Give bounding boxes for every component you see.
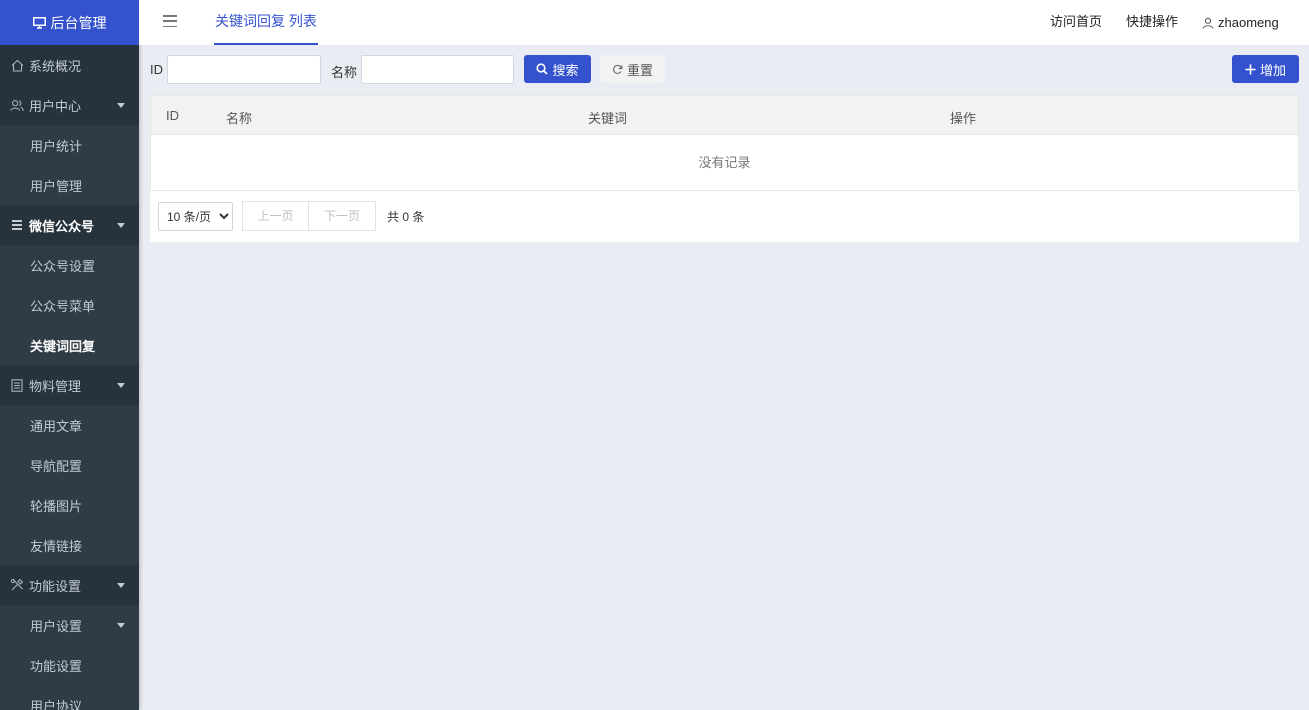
sidebar-item-label: 公众号菜单 [30,298,96,314]
sidebar-item-label: 导航配置 [30,458,83,474]
sidebar-item-wechat-settings[interactable]: 公众号设置 [0,245,139,285]
sidebar-item-label: 通用文章 [30,418,83,434]
monitor-icon [32,16,46,29]
sidebar-item-carousel[interactable]: 轮播图片 [0,485,139,525]
sidebar-item-label: 系统概况 [29,58,82,74]
user-menu[interactable]: zhaomeng [1202,0,1279,45]
plus-icon [1245,64,1256,74]
name-input[interactable] [361,55,514,84]
brand-header[interactable]: 后台管理 [0,0,139,45]
sidebar-item-label: 用户统计 [30,138,83,154]
caret-down-icon [117,383,125,388]
sidebar-item-wechat-menu[interactable]: 公众号菜单 [0,285,139,325]
quick-ops-link[interactable]: 快捷操作 [1126,0,1178,45]
page-size-select[interactable]: 10 条/页 [158,202,233,231]
caret-down-icon [117,223,125,228]
username: zhaomeng [1218,14,1279,30]
top-header: 关键词回复 列表 访问首页 快捷操作 zhaomeng [139,0,1309,45]
sidebar-item-nav-config[interactable]: 导航配置 [0,445,139,485]
reset-button[interactable]: 重置 [600,55,665,83]
sidebar-item-materials[interactable]: 物料管理 [0,365,139,405]
id-input[interactable] [167,55,321,84]
next-page-button[interactable]: 下一页 [309,201,376,231]
caret-down-icon [117,583,125,588]
sidebar-item-label: 公众号设置 [30,258,96,274]
sidebar-item-label: 轮播图片 [30,498,83,514]
column-header-keyword[interactable]: 关键词 [588,108,627,127]
sidebar-item-user-manage[interactable]: 用户管理 [0,165,139,205]
search-button[interactable]: 搜索 [524,55,591,83]
empty-table-message: 没有记录 [150,135,1299,191]
id-label: ID [150,62,163,77]
sidebar-item-label: 用户管理 [30,178,83,194]
sidebar-item-label: 用户协议 [30,698,83,710]
users-icon [10,98,24,112]
refresh-icon [613,64,623,74]
sidebar-item-user-settings[interactable]: 用户设置 [0,605,139,645]
data-table-panel: ID 名称 关键词 操作 没有记录 10 条/页 上一页 下一页 共 0 条 [150,95,1299,242]
search-button-label: 搜索 [552,62,579,78]
sidebar-item-user-stats[interactable]: 用户统计 [0,125,139,165]
sidebar-item-keyword-reply[interactable]: 关键词回复 [0,325,139,365]
sidebar-item-friend-links[interactable]: 友情链接 [0,525,139,565]
column-header-actions: 操作 [950,111,977,126]
user-icon [1202,17,1214,29]
add-button[interactable]: 增加 [1232,55,1299,83]
reset-button-label: 重置 [626,62,653,78]
sidebar-item-label: 物料管理 [29,378,82,394]
sidebar-item-label: 关键词回复 [30,338,96,354]
name-label: 名称 [331,65,358,80]
sidebar-item-user-center[interactable]: 用户中心 [0,85,139,125]
sidebar-item-user-agreement[interactable]: 用户协议 [0,685,139,710]
sidebar-item-label: 功能设置 [29,578,82,594]
sidebar: 后台管理 系统概况 用户中心 用户统计 用户管理 微信公众号 公众号设置 公众号… [0,0,139,710]
column-header-name[interactable]: 名称 [226,108,252,127]
sidebar-item-feature-settings[interactable]: 功能设置 [0,645,139,685]
sidebar-item-label: 功能设置 [30,658,83,674]
search-icon [536,63,549,75]
document-icon [10,378,24,392]
tab-keyword-reply-list[interactable]: 关键词回复 列表 [214,0,318,45]
caret-down-icon [117,623,125,628]
add-button-label: 增加 [1259,62,1286,78]
sidebar-item-articles[interactable]: 通用文章 [0,405,139,445]
main-content: ID 名称 搜索 重置 增加 ID 名称 关键词 操作 没有记录 10 条/页 … [139,45,1309,710]
table-header: ID 名称 关键词 操作 [150,95,1299,135]
home-icon [10,58,24,72]
sidebar-item-label: 用户中心 [29,98,82,114]
pagination: 10 条/页 上一页 下一页 共 0 条 [150,191,1299,242]
sidebar-item-features[interactable]: 功能设置 [0,565,139,605]
brand-title: 后台管理 [50,14,107,31]
visit-home-link[interactable]: 访问首页 [1050,0,1102,45]
caret-down-icon [117,103,125,108]
sidebar-item-overview[interactable]: 系统概况 [0,45,139,85]
sidebar-item-label: 友情链接 [30,538,83,554]
menu-lines-icon [10,218,24,232]
sidebar-item-label: 用户设置 [30,618,83,634]
tools-icon [10,578,24,592]
sidebar-item-wechat[interactable]: 微信公众号 [0,205,139,245]
hamburger-icon[interactable] [163,15,177,27]
total-count: 共 0 条 [387,210,425,224]
column-header-id[interactable]: ID [166,108,179,123]
prev-page-button[interactable]: 上一页 [242,201,309,231]
sidebar-item-label: 微信公众号 [29,218,95,234]
